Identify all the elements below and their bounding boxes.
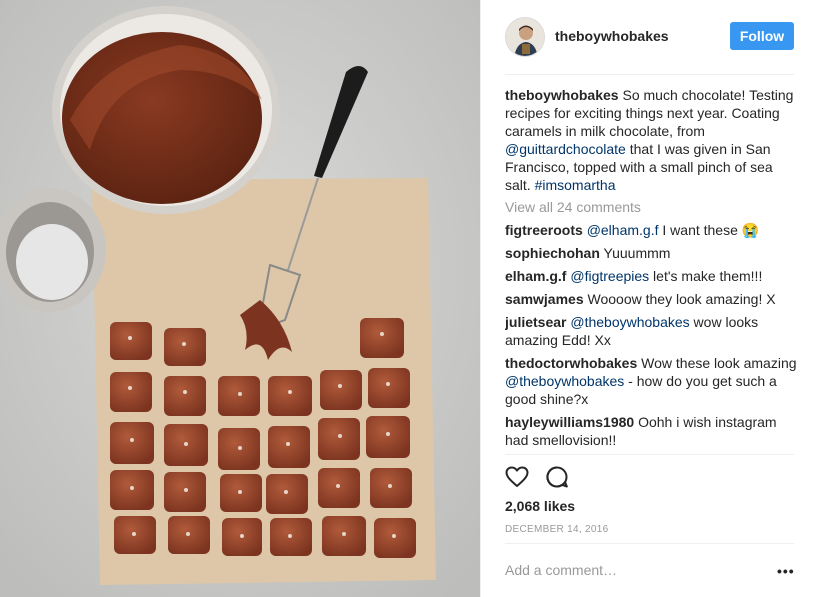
header-divider xyxy=(505,74,794,75)
add-comment-input[interactable]: Add a comment… xyxy=(505,562,617,578)
comment-mention[interactable]: @theboywhobakes xyxy=(505,373,624,389)
comments-divider xyxy=(505,454,794,455)
comment: hayleywilliams1980 Oohh i wish instagram… xyxy=(505,413,797,449)
caption-username[interactable]: theboywhobakes xyxy=(505,87,619,103)
more-icon[interactable]: ••• xyxy=(777,563,795,579)
post-header: theboywhobakes Follow xyxy=(505,13,794,61)
comment-mention[interactable]: @figtreepies xyxy=(570,268,649,284)
comment-text: Yuuummm xyxy=(599,245,671,261)
comment-username[interactable]: figtreeroots xyxy=(505,222,583,238)
comment-mention[interactable]: @theboywhobakes xyxy=(570,314,689,330)
add-comment-divider xyxy=(505,543,794,544)
comment-username[interactable]: hayleywilliams1980 xyxy=(505,414,634,430)
caption-hashtag[interactable]: #imsomartha xyxy=(535,177,616,193)
avatar[interactable] xyxy=(505,17,545,57)
comment-username[interactable]: sophiechohan xyxy=(505,245,600,261)
comment-text: let's make them!!! xyxy=(649,268,763,284)
comment-mention[interactable]: @elham.g.f xyxy=(587,222,659,238)
comment: samwjames Woooow they look amazing! X xyxy=(505,290,797,308)
comment-icon[interactable] xyxy=(545,465,569,494)
follow-button[interactable]: Follow xyxy=(730,22,794,50)
comment: julietsear @theboywhobakes wow looks ama… xyxy=(505,313,797,349)
comment-username[interactable]: elham.g.f xyxy=(505,268,566,284)
post-date[interactable]: DECEMBER 14, 2016 xyxy=(505,524,608,535)
comment: figtreeroots @elham.g.f I want these 😭 xyxy=(505,221,797,239)
comment-text-pre: Wow these look amazing xyxy=(637,355,797,371)
comment: thedoctorwhobakes Wow these look amazing… xyxy=(505,354,797,408)
likes-count[interactable]: 2,068 likes xyxy=(505,498,575,514)
post-caption: theboywhobakes So much chocolate! Testin… xyxy=(505,86,797,194)
caption-mention[interactable]: @guittardchocolate xyxy=(505,141,626,157)
comment-username[interactable]: samwjames xyxy=(505,291,584,307)
heart-icon[interactable] xyxy=(505,465,529,494)
comment: elham.g.f @figtreepies let's make them!!… xyxy=(505,267,797,285)
avatar-image xyxy=(506,18,544,56)
comment-text: Woooow they look amazing! X xyxy=(583,291,776,307)
comment: sophiechohan Yuuummm xyxy=(505,244,797,262)
comment-text: I want these 😭 xyxy=(658,222,760,238)
post-username[interactable]: theboywhobakes xyxy=(555,28,669,44)
chocolate-caramels-photo xyxy=(0,0,480,597)
comment-username[interactable]: thedoctorwhobakes xyxy=(505,355,637,371)
comment-username[interactable]: julietsear xyxy=(505,314,566,330)
post-side-panel: theboywhobakes Follow theboywhobakes So … xyxy=(480,0,813,597)
post-photo[interactable] xyxy=(0,0,480,597)
view-all-comments-link[interactable]: View all 24 comments xyxy=(505,198,797,216)
comments-list[interactable]: theboywhobakes So much chocolate! Testin… xyxy=(505,86,797,454)
action-bar xyxy=(505,465,605,489)
